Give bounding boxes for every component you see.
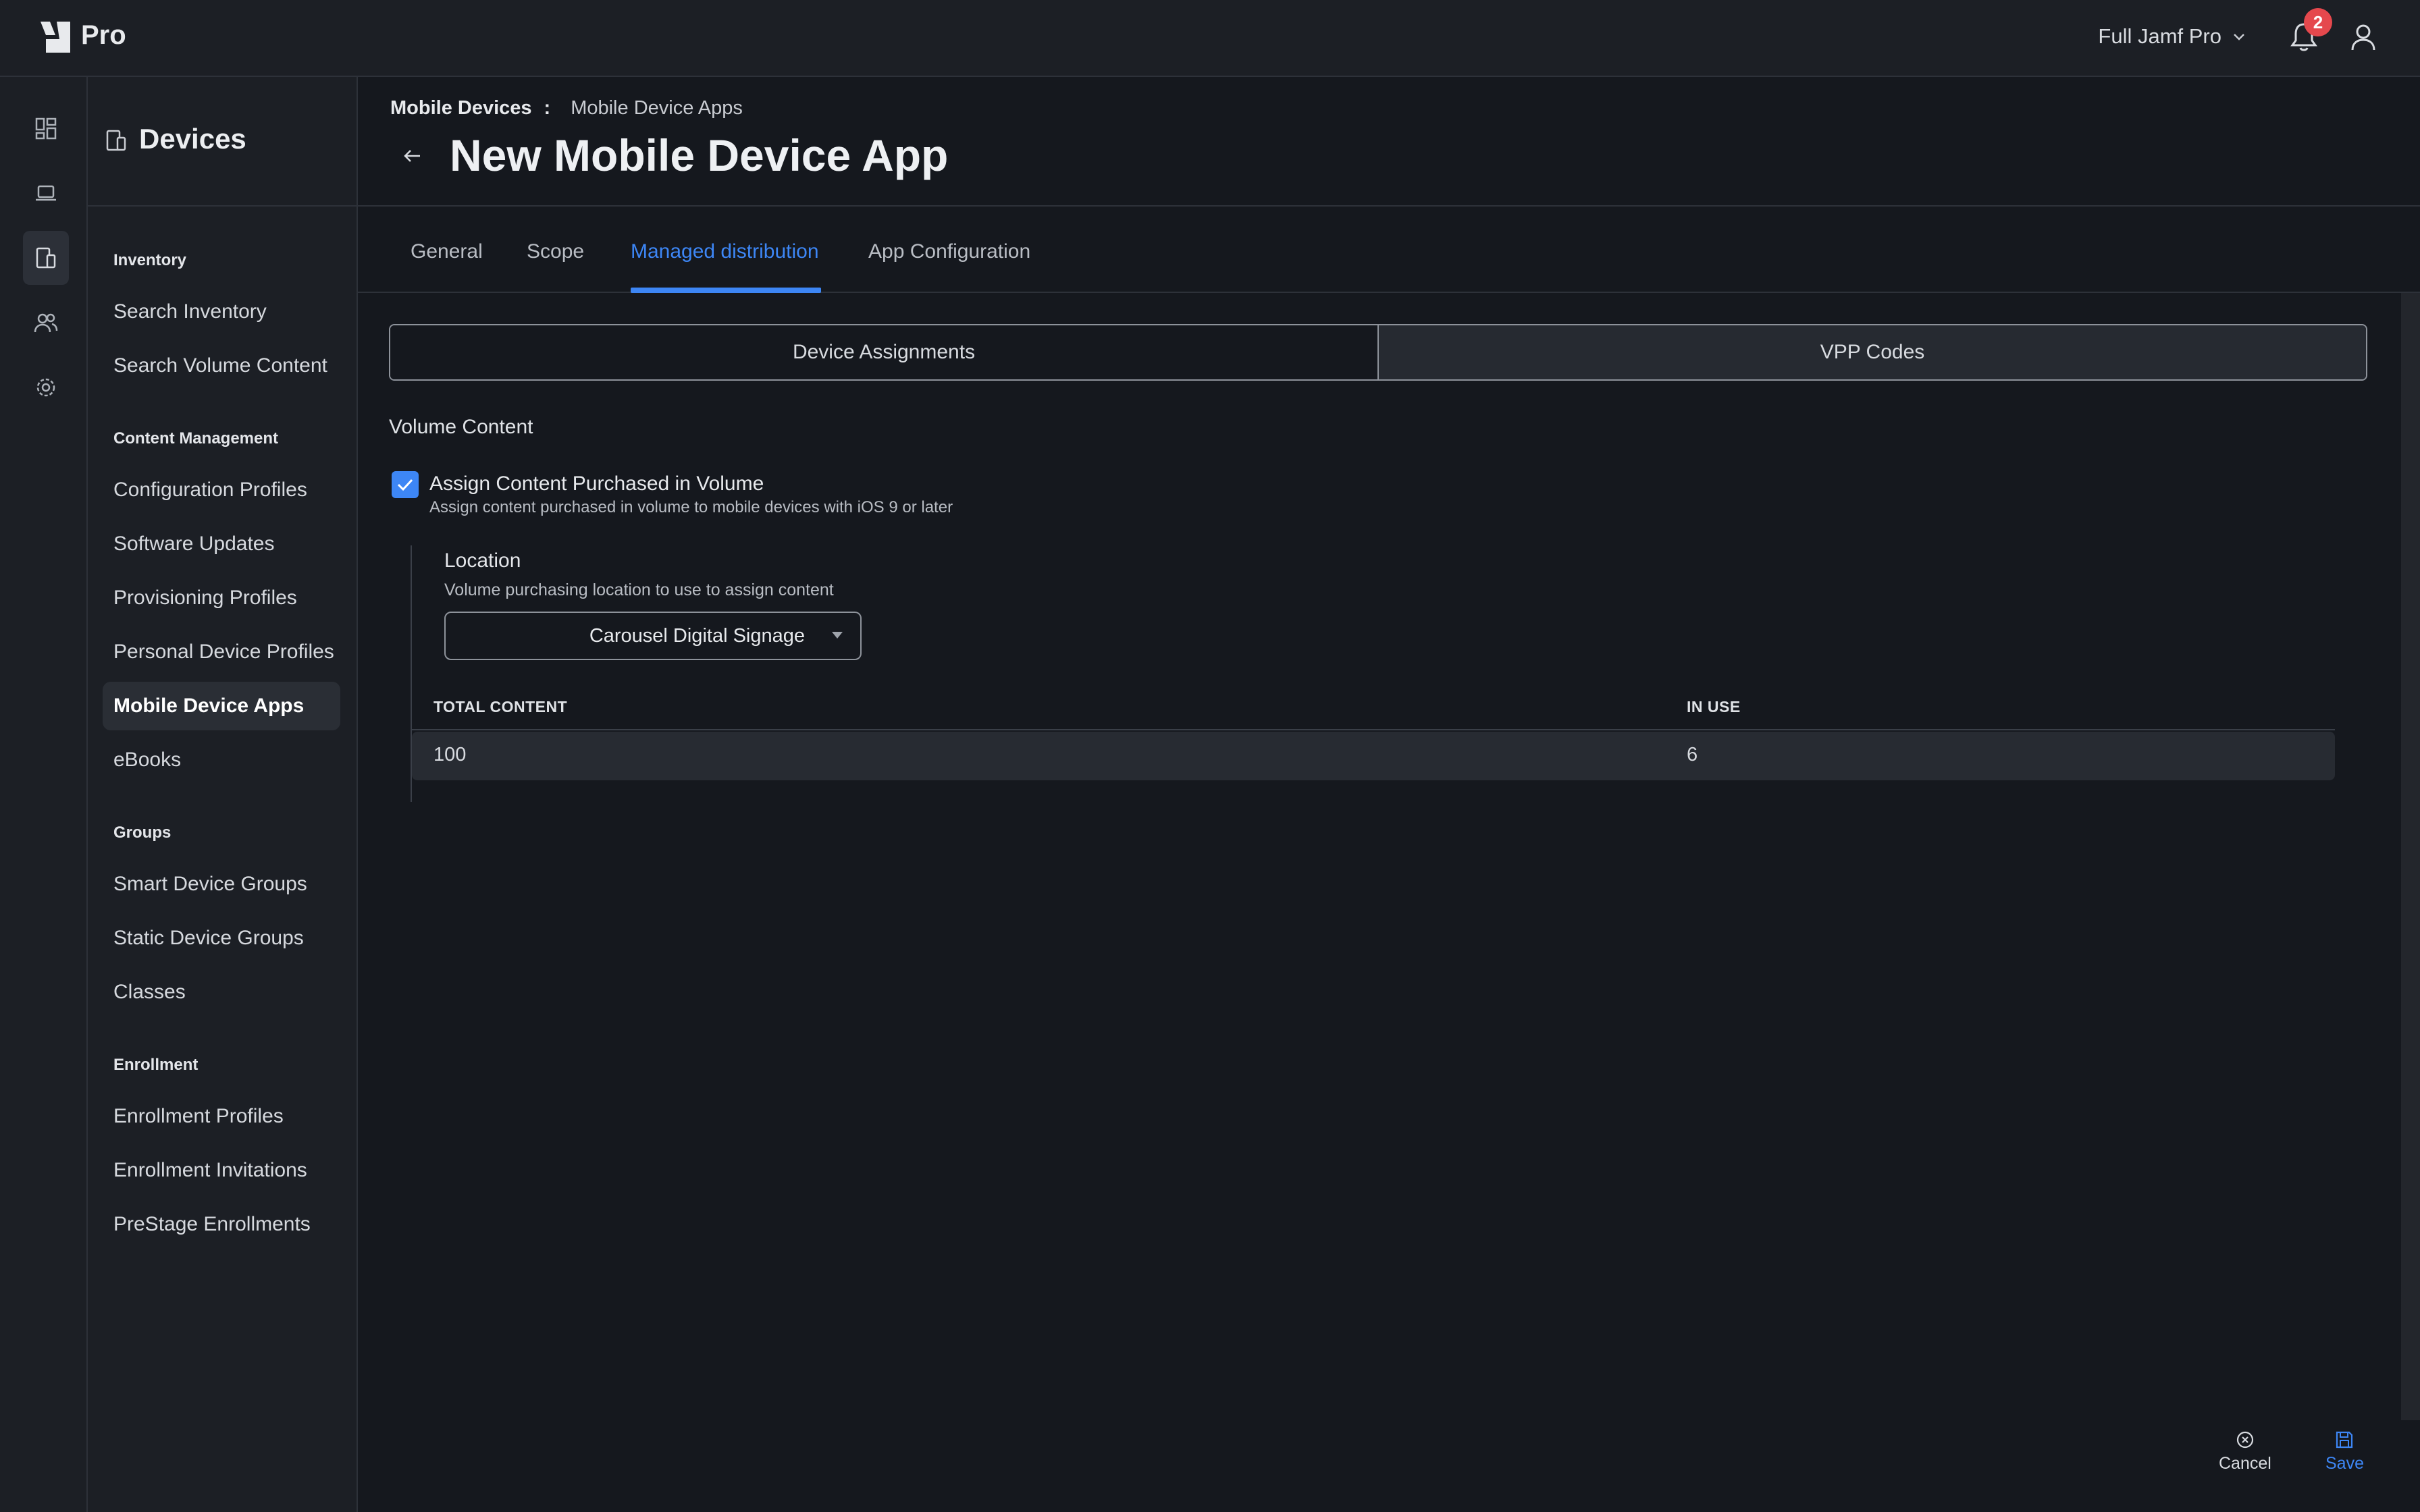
sidebar-item-mobile-device-apps[interactable]: Mobile Device Apps [103,682,340,730]
location-label: Location [444,549,521,572]
jamf-logo-icon[interactable] [36,20,73,54]
table-row [412,732,2335,780]
back-arrow-icon[interactable] [401,144,424,167]
rail-mobile-devices[interactable] [23,231,69,285]
devices-icon [106,130,126,151]
tab-bar: General Scope Managed distribution App C… [358,207,2420,293]
sidebar-item-software-updates[interactable]: Software Updates [103,520,340,568]
chevron-down-icon [2234,34,2244,40]
location-description: Volume purchasing location to use to ass… [444,580,834,599]
save-button[interactable]: Save [2325,1430,2364,1474]
sidebar-item-provisioning-profiles[interactable]: Provisioning Profiles [103,574,340,622]
active-tab-indicator [631,288,821,293]
column-header-total-content: TOTAL CONTENT [433,698,568,716]
breadcrumb-mobile-device-apps[interactable]: Mobile Device Apps [571,97,743,119]
section-enrollment: Enrollment [113,1056,199,1074]
cancel-label: Cancel [2219,1454,2271,1473]
sidebar-item-ebooks[interactable]: eBooks [103,736,340,784]
assign-volume-description: Assign content purchased in volume to mo… [429,498,953,516]
notification-badge: 2 [2304,8,2332,36]
caret-down-icon [832,632,843,639]
sidebar-item-classes[interactable]: Classes [103,968,340,1017]
user-icon[interactable] [2350,23,2377,51]
mobile-device-icon [36,247,56,269]
assign-volume-checkbox[interactable] [392,471,419,498]
segment-vpp-codes[interactable]: VPP Codes [1377,325,2366,379]
computer-icon [36,185,56,201]
settings-icon [36,378,55,397]
section-groups: Groups [113,824,172,842]
account-switcher[interactable]: Full Jamf Pro [2098,24,2246,49]
sidebar-item-smart-device-groups[interactable]: Smart Device Groups [103,860,340,909]
account-name: Full Jamf Pro [2098,24,2221,48]
sidebar-item-search-inventory[interactable]: Search Inventory [103,288,340,336]
top-bar: Pro Full Jamf Pro 2 [0,0,2420,77]
save-icon [2336,1431,2353,1449]
sidebar-item-enrollment-invitations[interactable]: Enrollment Invitations [103,1146,340,1195]
segment-device-assignments[interactable]: Device Assignments [390,325,1377,379]
section-content-management: Content Management [113,429,279,448]
sidebar-item-static-device-groups[interactable]: Static Device Groups [103,914,340,963]
sidebar-title: Devices [139,123,246,155]
tab-app-configuration[interactable]: App Configuration [868,240,1030,263]
dashboard-icon [35,117,57,140]
rail-settings[interactable] [23,360,69,414]
save-label: Save [2325,1454,2364,1473]
page-title: New Mobile Device App [450,130,949,180]
cancel-icon [2236,1431,2254,1449]
cancel-button[interactable]: Cancel [2219,1430,2271,1474]
checkmark-icon [397,479,413,491]
app-logo-text: Pro [81,20,126,50]
breadcrumb-separator: : [544,97,551,119]
sidebar-item-personal-device-profiles[interactable]: Personal Device Profiles [103,628,340,676]
section-inventory: Inventory [113,251,187,269]
breadcrumb-mobile-devices[interactable]: Mobile Devices [390,97,532,119]
icon-rail [0,77,88,1512]
sidebar-header: Devices [88,77,357,207]
rail-dashboard[interactable] [23,101,69,155]
rail-computers[interactable] [23,166,69,220]
tab-general[interactable]: General [411,240,483,263]
page-header: Mobile Devices : Mobile Device Apps New … [358,77,2420,207]
sidebar: Devices Inventory Search Inventory Searc… [88,77,358,1512]
assignment-type-toggle: Device Assignments VPP Codes [389,324,2367,381]
column-header-in-use: IN USE [1687,698,1741,716]
cell-in-use: 6 [1687,744,1698,765]
sidebar-item-configuration-profiles[interactable]: Configuration Profiles [103,466,340,514]
users-icon [34,313,58,333]
tab-scope[interactable]: Scope [527,240,584,263]
sidebar-item-enrollment-profiles[interactable]: Enrollment Profiles [103,1092,340,1141]
tab-managed-distribution[interactable]: Managed distribution [631,240,819,263]
location-select[interactable]: Carousel Digital Signage [444,612,862,660]
location-select-value: Carousel Digital Signage [589,624,805,647]
rail-users[interactable] [23,296,69,350]
volume-content-heading: Volume Content [389,416,533,438]
breadcrumb: Mobile Devices : Mobile Device Apps [390,97,743,119]
sidebar-item-search-volume-content[interactable]: Search Volume Content [103,342,340,390]
scrollbar[interactable] [2401,293,2420,1420]
table-header-divider [412,729,2335,730]
cell-total-content: 100 [433,744,467,765]
assign-volume-label: Assign Content Purchased in Volume [429,473,764,495]
sidebar-item-prestage-enrollments[interactable]: PreStage Enrollments [103,1200,340,1249]
